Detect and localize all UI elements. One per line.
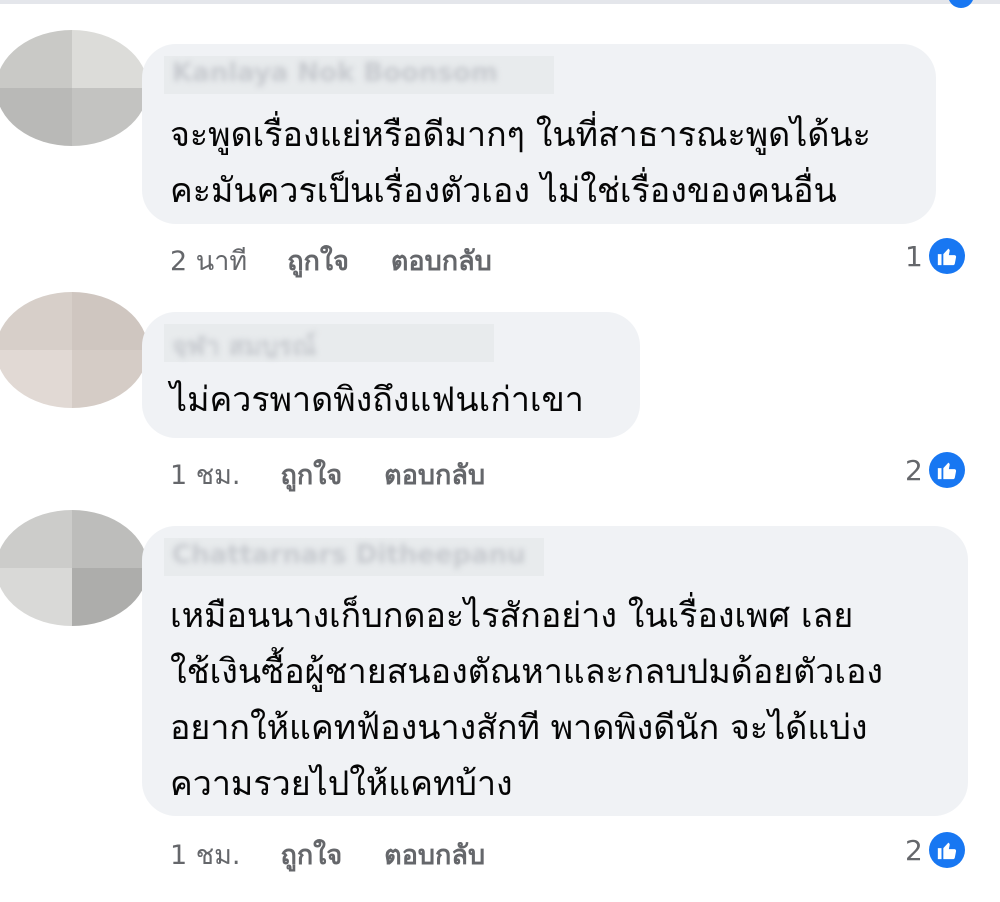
reply-button[interactable]: ตอบกลับ	[391, 239, 492, 282]
timestamp[interactable]: 1 ชม.	[170, 453, 240, 496]
reaction-count[interactable]: 1	[905, 236, 965, 276]
top-divider	[0, 0, 1000, 4]
comment-bubble: จุฬา สมบูรณ์ ไม่ควรพาดพิงถึงแฟนเก่าเขา	[142, 312, 640, 438]
author-name[interactable]: Kanlaya Nok Boonsom	[172, 58, 562, 90]
avatar[interactable]	[0, 30, 148, 146]
like-button[interactable]: ถูกใจ	[280, 453, 342, 496]
like-count: 2	[905, 453, 923, 487]
like-button[interactable]: ถูกใจ	[287, 239, 349, 282]
comment-text: จะพูดเรื่องแย่หรือดีมากๆ ในที่สาธารณะพูด…	[170, 115, 871, 211]
timestamp[interactable]: 2 นาที	[170, 239, 247, 282]
like-count: 1	[905, 239, 923, 273]
avatar[interactable]	[0, 292, 148, 408]
comment-actions: 1 ชม. ถูกใจ ตอบกลับ	[170, 834, 527, 874]
author-name[interactable]: Chattarnars Ditheepanu	[172, 540, 562, 572]
thumbs-up-icon	[928, 452, 965, 488]
timestamp[interactable]: 1 ชม.	[170, 833, 240, 876]
thumbs-up-icon	[928, 832, 965, 868]
comment-text: ไม่ควรพาดพิงถึงแฟนเก่าเขา	[170, 380, 584, 420]
avatar[interactable]	[0, 510, 148, 626]
reaction-count[interactable]: 2	[905, 830, 965, 870]
comment-bubble: Kanlaya Nok Boonsom จะพูดเรื่องแย่หรือดี…	[142, 44, 936, 224]
reaction-count[interactable]: 2	[905, 450, 965, 490]
reply-button[interactable]: ตอบกลับ	[384, 453, 485, 496]
comment-text: เหมือนนางเก็บกดอะไรสักอย่าง ในเรื่องเพศ …	[170, 596, 884, 804]
comment-actions: 1 ชม. ถูกใจ ตอบกลับ	[170, 454, 527, 494]
reply-button[interactable]: ตอบกลับ	[384, 833, 485, 876]
thumbs-up-icon	[928, 238, 965, 274]
comment-actions: 2 นาที ถูกใจ ตอบกลับ	[170, 240, 534, 280]
like-button[interactable]: ถูกใจ	[280, 833, 342, 876]
like-count: 2	[905, 833, 923, 867]
previous-like-icon-fragment	[948, 0, 974, 8]
comment-bubble: Chattarnars Ditheepanu เหมือนนางเก็บกดอะ…	[142, 526, 968, 816]
author-name[interactable]: จุฬา สมบูรณ์	[172, 326, 562, 358]
